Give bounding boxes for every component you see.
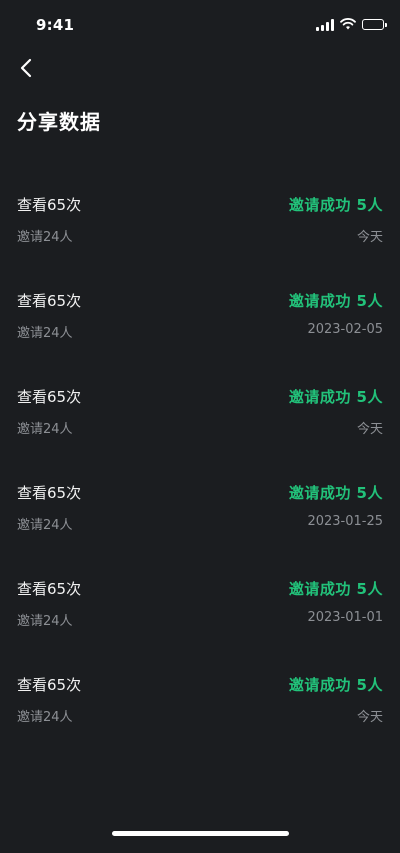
status-bar: 9:41 — [0, 0, 400, 50]
view-count: 查看65次 — [17, 388, 82, 406]
status-icons — [316, 15, 387, 34]
invite-success-count: 邀请成功 5人 — [288, 484, 383, 502]
invite-count: 邀请24人 — [17, 326, 73, 341]
view-count: 查看65次 — [17, 196, 82, 214]
invite-count: 邀请24人 — [17, 614, 73, 629]
share-record: 查看65次 邀请成功 5人 邀请24人 2023-01-01 — [0, 574, 400, 670]
record-date: 2023-02-05 — [307, 322, 383, 337]
view-count: 查看65次 — [17, 484, 82, 502]
invite-count: 邀请24人 — [17, 710, 73, 725]
invite-count: 邀请24人 — [17, 518, 73, 533]
share-record: 查看65次 邀请成功 5人 邀请24人 今天 — [0, 382, 400, 478]
home-indicator[interactable] — [112, 831, 289, 836]
record-date: 今天 — [356, 422, 383, 437]
record-date: 今天 — [356, 710, 383, 725]
share-record: 查看65次 邀请成功 5人 邀请24人 2023-01-25 — [0, 478, 400, 574]
record-date: 2023-01-01 — [307, 610, 383, 625]
invite-success-count: 邀请成功 5人 — [288, 196, 383, 214]
status-time: 9:41 — [36, 16, 75, 34]
view-count: 查看65次 — [17, 676, 82, 694]
view-count: 查看65次 — [17, 580, 82, 598]
invite-success-count: 邀请成功 5人 — [288, 580, 383, 598]
share-record: 查看65次 邀请成功 5人 邀请24人 今天 — [0, 190, 400, 286]
share-record: 查看65次 邀请成功 5人 邀请24人 今天 — [0, 670, 400, 766]
view-count: 查看65次 — [17, 292, 82, 310]
signal-icon — [316, 18, 334, 31]
record-date: 今天 — [356, 230, 383, 245]
share-record-list: 查看65次 邀请成功 5人 邀请24人 今天 查看65次 邀请成功 5人 邀请2… — [0, 190, 400, 766]
battery-icon — [362, 19, 387, 30]
share-record: 查看65次 邀请成功 5人 邀请24人 2023-02-05 — [0, 286, 400, 382]
invite-count: 邀请24人 — [17, 422, 73, 437]
invite-success-count: 邀请成功 5人 — [288, 388, 383, 406]
invite-count: 邀请24人 — [17, 230, 73, 245]
back-button[interactable] — [12, 56, 40, 84]
chevron-left-icon — [19, 58, 33, 82]
invite-success-count: 邀请成功 5人 — [288, 292, 383, 310]
page-title: 分享数据 — [17, 110, 101, 134]
record-date: 2023-01-25 — [307, 514, 383, 529]
wifi-icon — [340, 15, 356, 34]
invite-success-count: 邀请成功 5人 — [288, 676, 383, 694]
